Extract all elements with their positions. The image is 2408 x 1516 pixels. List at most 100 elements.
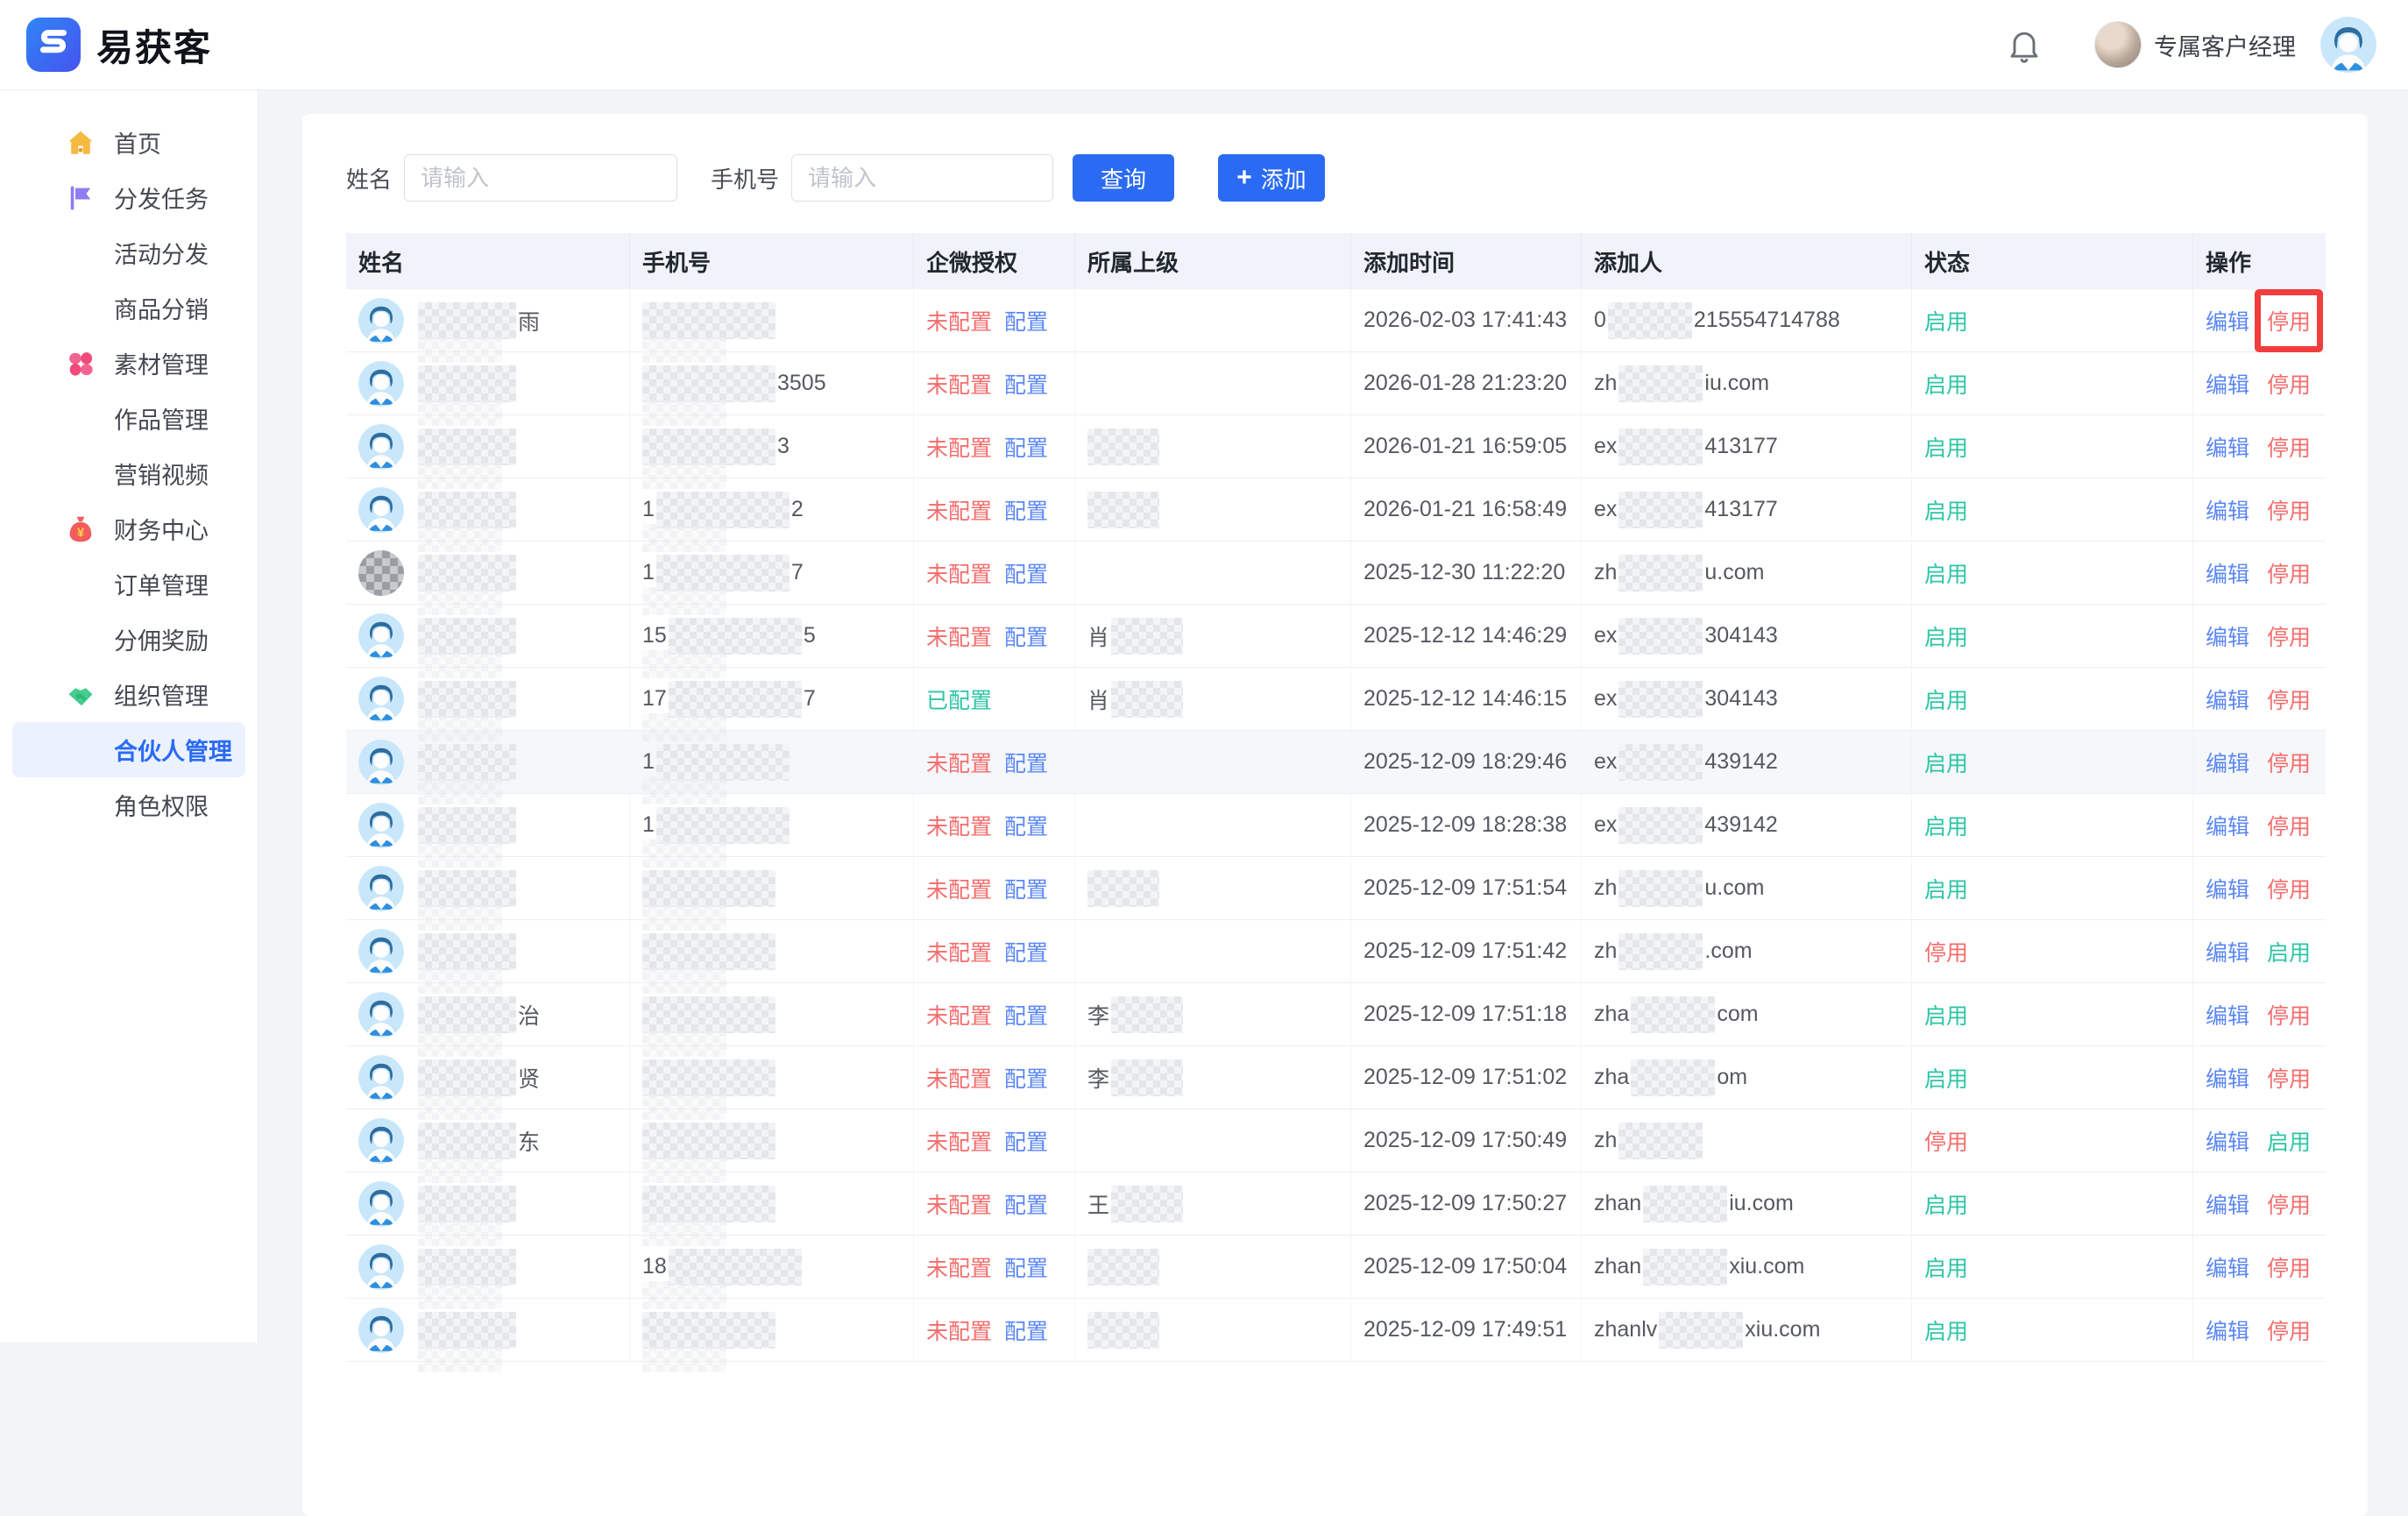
configure-link[interactable]: 配置 bbox=[1004, 620, 1048, 652]
configure-link[interactable]: 配置 bbox=[1004, 936, 1048, 967]
edit-link[interactable]: 编辑 bbox=[2206, 1188, 2249, 1220]
redacted-text bbox=[418, 744, 516, 781]
configure-link[interactable]: 配置 bbox=[1004, 1314, 1048, 1346]
disable-link[interactable]: 停用 bbox=[2267, 873, 2311, 904]
disable-link[interactable]: 停用 bbox=[2267, 1314, 2311, 1346]
edit-link[interactable]: 编辑 bbox=[2206, 1251, 2249, 1283]
status-badge: 启用 bbox=[1924, 368, 1968, 400]
sidebar-item-分佣奖励[interactable]: 分佣奖励 bbox=[12, 612, 245, 667]
edit-link[interactable]: 编辑 bbox=[2206, 557, 2249, 589]
sidebar-item-首页[interactable]: 首页 bbox=[12, 115, 245, 170]
search-button[interactable]: 查询 bbox=[1073, 154, 1174, 202]
enable-link[interactable]: 启用 bbox=[2267, 1125, 2311, 1157]
sidebar-item-订单管理[interactable]: 订单管理 bbox=[12, 556, 245, 612]
disable-link[interactable]: 停用 bbox=[2267, 810, 2311, 841]
sidebar-item-label: 商品分销 bbox=[114, 291, 209, 325]
disable-link[interactable]: 停用 bbox=[2267, 1188, 2311, 1220]
edit-link[interactable]: 编辑 bbox=[2206, 305, 2249, 336]
redacted-text bbox=[1111, 618, 1183, 655]
redacted-text bbox=[1608, 302, 1692, 339]
cell-parent bbox=[1075, 731, 1351, 793]
edit-link[interactable]: 编辑 bbox=[2206, 431, 2249, 463]
sidebar-item-label: 活动分发 bbox=[114, 236, 209, 270]
edit-link[interactable]: 编辑 bbox=[2206, 1125, 2249, 1157]
wework-status: 未配置 bbox=[926, 747, 992, 778]
edit-link[interactable]: 编辑 bbox=[2206, 684, 2249, 715]
parent-visible-text: 肖 bbox=[1087, 620, 1109, 652]
sidebar-item-分发任务[interactable]: 分发任务 bbox=[12, 170, 245, 225]
cell-parent bbox=[1075, 478, 1351, 541]
redacted-text bbox=[669, 681, 802, 718]
phone-filter-input[interactable] bbox=[791, 154, 1053, 202]
cell-added-by: ex304143 bbox=[1582, 605, 1912, 667]
enable-link[interactable]: 启用 bbox=[2267, 936, 2311, 967]
cell-status: 启用 bbox=[1912, 478, 2193, 541]
configure-link[interactable]: 配置 bbox=[1004, 557, 1048, 589]
disable-link[interactable]: 停用 bbox=[2267, 431, 2311, 463]
sidebar-item-营销视频[interactable]: 营销视频 bbox=[12, 446, 245, 501]
cell-status: 启用 bbox=[1912, 1236, 2193, 1298]
edit-link[interactable]: 编辑 bbox=[2206, 936, 2249, 967]
sidebar-item-活动分发[interactable]: 活动分发 bbox=[12, 225, 245, 280]
sidebar-item-商品分销[interactable]: 商品分销 bbox=[12, 280, 245, 336]
user-avatar[interactable] bbox=[2320, 17, 2376, 73]
add-button[interactable]: + 添加 bbox=[1218, 154, 1325, 202]
adder-visible-text: ex bbox=[1594, 812, 1617, 838]
redacted-text bbox=[418, 1186, 516, 1222]
icon-placeholder bbox=[65, 624, 96, 655]
wework-status: 未配置 bbox=[926, 1314, 992, 1346]
manager-label: 专属客户经理 bbox=[2154, 28, 2296, 62]
configure-link[interactable]: 配置 bbox=[1004, 1125, 1048, 1157]
sidebar-item-组织管理[interactable]: 组织管理 bbox=[12, 667, 245, 722]
disable-link[interactable]: 停用 bbox=[2267, 684, 2311, 715]
disable-link[interactable]: 停用 bbox=[2267, 1251, 2311, 1283]
cell-status: 启用 bbox=[1912, 1299, 2193, 1361]
disable-link[interactable]: 停用 bbox=[2267, 1062, 2311, 1094]
avatar bbox=[358, 487, 404, 533]
redacted-text bbox=[418, 1059, 516, 1096]
configure-link[interactable]: 配置 bbox=[1004, 873, 1048, 904]
cell-operations: 编辑停用 bbox=[2193, 415, 2326, 478]
edit-link[interactable]: 编辑 bbox=[2206, 1062, 2249, 1094]
sidebar-item-合伙人管理[interactable]: 合伙人管理 bbox=[12, 722, 245, 777]
notification-bell-icon[interactable] bbox=[2005, 25, 2043, 64]
disable-link[interactable]: 停用 bbox=[2267, 620, 2311, 652]
disable-link[interactable]: 停用 bbox=[2267, 999, 2311, 1031]
disable-link[interactable]: 停用 bbox=[2267, 310, 2311, 335]
edit-link[interactable]: 编辑 bbox=[2206, 810, 2249, 841]
sidebar-item-角色权限[interactable]: 角色权限 bbox=[12, 777, 245, 832]
configure-link[interactable]: 配置 bbox=[1004, 810, 1048, 841]
edit-link[interactable]: 编辑 bbox=[2206, 999, 2249, 1031]
edit-link[interactable]: 编辑 bbox=[2206, 494, 2249, 526]
edit-link[interactable]: 编辑 bbox=[2206, 620, 2249, 652]
configure-link[interactable]: 配置 bbox=[1004, 747, 1048, 778]
sidebar-item-财务中心[interactable]: ¥财务中心 bbox=[12, 501, 245, 556]
edit-link[interactable]: 编辑 bbox=[2206, 873, 2249, 904]
redacted-subtext bbox=[418, 650, 502, 678]
configure-link[interactable]: 配置 bbox=[1004, 1062, 1048, 1094]
disable-link[interactable]: 停用 bbox=[2267, 747, 2311, 778]
configure-link[interactable]: 配置 bbox=[1004, 305, 1048, 336]
configure-link[interactable]: 配置 bbox=[1004, 1251, 1048, 1283]
edit-link[interactable]: 编辑 bbox=[2206, 1314, 2249, 1346]
redacted-subtext bbox=[642, 966, 726, 994]
disable-link[interactable]: 停用 bbox=[2267, 494, 2311, 526]
disable-link[interactable]: 停用 bbox=[2267, 368, 2311, 400]
status-badge: 启用 bbox=[1924, 684, 1968, 715]
edit-link[interactable]: 编辑 bbox=[2206, 747, 2249, 778]
sidebar-item-素材管理[interactable]: 素材管理 bbox=[12, 336, 245, 391]
configure-link[interactable]: 配置 bbox=[1004, 431, 1048, 463]
adder-visible-text: zh bbox=[1594, 939, 1617, 964]
cell-parent: 李 bbox=[1075, 1046, 1351, 1109]
redacted-subtext bbox=[642, 713, 726, 741]
configure-link[interactable]: 配置 bbox=[1004, 999, 1048, 1031]
configure-link[interactable]: 配置 bbox=[1004, 494, 1048, 526]
sidebar-item-作品管理[interactable]: 作品管理 bbox=[12, 391, 245, 446]
configure-link[interactable]: 配置 bbox=[1004, 1188, 1048, 1220]
disable-link[interactable]: 停用 bbox=[2267, 557, 2311, 589]
configure-link[interactable]: 配置 bbox=[1004, 368, 1048, 400]
name-filter-input[interactable] bbox=[404, 154, 677, 202]
edit-link[interactable]: 编辑 bbox=[2206, 368, 2249, 400]
redacted-subtext bbox=[418, 1281, 502, 1309]
status-badge: 启用 bbox=[1924, 1062, 1968, 1094]
